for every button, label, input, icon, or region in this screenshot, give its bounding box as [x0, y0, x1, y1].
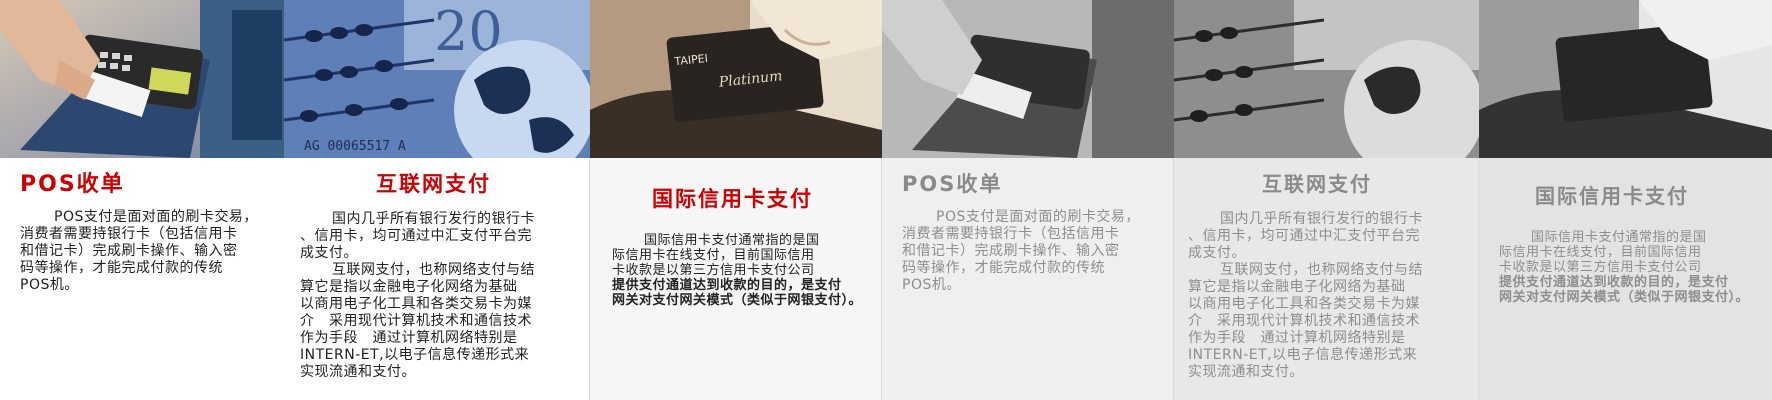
panel-body: POS支付是面对面的刷卡交易， 消费者需要持银行卡（包括信用卡 和借记卡）完成刷…: [20, 209, 258, 294]
body-line: 、信用卡，均可通过中汇支付平台完: [1188, 228, 1420, 244]
panel-body: 国际信用卡支付通常指的是国 际信用卡在线支付，目前国际信用 卡收款是以第三方信用…: [1499, 230, 1749, 305]
body-line: 实现流通和支付。: [1188, 364, 1304, 380]
body-line: 互联网支付，也称网络支付与结: [332, 262, 535, 278]
body-line: POS支付是面对面的刷卡交易，: [54, 209, 258, 225]
body-line: 和借记卡）完成刷卡操作、输入密: [902, 243, 1120, 259]
body-line: 算它是指以金融电子化网络为基础: [300, 279, 518, 295]
panel-intl-inactive[interactable]: 国际信用卡支付 国际信用卡支付通常指的是国 际信用卡在线支付，目前国际信用 卡收…: [1479, 158, 1772, 400]
abacus-globe-photo: 20 AG 00065517 A: [284, 0, 590, 158]
panel-internet-inactive[interactable]: 互联网支付 国内几乎所有银行发行的银行卡 、信用卡，均可通过中汇支付平台完 成支…: [1174, 158, 1479, 400]
panel-title: 互联网支付: [1262, 172, 1372, 196]
divider: [589, 158, 590, 400]
body-line: POS机。: [902, 277, 961, 293]
body-line: 算它是指以金融电子化网络为基础: [1188, 279, 1406, 295]
body-line: 网关对支付网关模式（类似于网银支付）。: [612, 293, 863, 308]
body-line: 消费者需要持银行卡（包括信用卡: [20, 226, 238, 242]
body-line: 介 采用现代计算机技术和通信技术: [1188, 313, 1420, 329]
panel-pos-inactive[interactable]: POS收单 POS支付是面对面的刷卡交易， 消费者需要持银行卡（包括信用卡 和借…: [882, 158, 1174, 400]
pos-terminal-photo: [0, 0, 284, 158]
credit-card-photo: TAIPEI Platinum: [590, 0, 882, 158]
body-line: 提供支付通道达到收款的目的，是支付: [1499, 275, 1729, 290]
divider: [1478, 158, 1479, 400]
body-line: 提供支付通道达到收款的目的，是支付: [612, 278, 842, 293]
body-line: 互联网支付，也称网络支付与结: [1220, 262, 1423, 278]
divider: [1173, 158, 1174, 400]
body-line: 卡收款是以第三方信用卡支付公司: [612, 263, 815, 278]
credit-card-gray-photo: [1479, 0, 1772, 158]
body-line: 国内几乎所有银行发行的银行卡: [332, 211, 535, 227]
body-line: 作为手段 通过计算机网络特别是: [300, 330, 518, 346]
panel-title: 国际信用卡支付: [1535, 184, 1689, 208]
abacus-globe-gray-photo: [1174, 0, 1479, 158]
serial-text: AG 00065517 A: [304, 139, 406, 154]
body-line: 际信用卡在线支付，目前国际信用: [1499, 245, 1702, 260]
divider: [881, 158, 882, 400]
panel-title: 国际信用卡支付: [652, 187, 813, 211]
body-line: POS机。: [20, 277, 79, 293]
body-line: 作为手段 通过计算机网络特别是: [1188, 330, 1406, 346]
panel-body: 国际信用卡支付通常指的是国 际信用卡在线支付，目前国际信用 卡收款是以第三方信用…: [612, 233, 862, 308]
body-line: 消费者需要持银行卡（包括信用卡: [902, 226, 1120, 242]
body-line: 以商用电子化工具和各类交易卡为媒: [300, 296, 532, 312]
body-line: 以商用电子化工具和各类交易卡为媒: [1188, 296, 1420, 312]
panel-internet-active[interactable]: 互联网支付 国内几乎所有银行发行的银行卡 、信用卡，均可通过中汇支付平台完 成支…: [284, 158, 590, 400]
body-line: 国际信用卡支付通常指的是国: [644, 233, 820, 248]
panel-intl-active[interactable]: 国际信用卡支付 国际信用卡支付通常指的是国 际信用卡在线支付，目前国际信用 卡收…: [590, 158, 882, 400]
photo-strip: 20 AG 00065517 A TAIPEI Platinum: [0, 0, 1772, 158]
panel-body: 国内几乎所有银行发行的银行卡 、信用卡，均可通过中汇支付平台完 成支付。 互联网…: [1188, 211, 1423, 381]
panel-pos-active[interactable]: POS收单 POS支付是面对面的刷卡交易， 消费者需要持银行卡（包括信用卡 和借…: [0, 158, 284, 400]
body-line: 卡收款是以第三方信用卡支付公司: [1499, 260, 1702, 275]
panel-body: POS支付是面对面的刷卡交易， 消费者需要持银行卡（包括信用卡 和借记卡）完成刷…: [902, 209, 1140, 294]
body-line: INTERN-ET,以电子信息传递形式来: [1188, 347, 1418, 363]
body-line: 网关对支付网关模式（类似于网银支付）。: [1499, 290, 1750, 305]
body-line: 际信用卡在线支付，目前国际信用: [612, 248, 815, 263]
panel-body: 国内几乎所有银行发行的银行卡 、信用卡，均可通过中汇支付平台完 成支付。 互联网…: [300, 211, 535, 381]
panel-title: 互联网支付: [376, 172, 491, 196]
body-line: INTERN-ET,以电子信息传递形式来: [300, 347, 530, 363]
body-line: 码等操作，才能完成付款的传统: [20, 260, 223, 276]
body-line: 成支付。: [1188, 245, 1246, 261]
body-line: 、信用卡，均可通过中汇支付平台完: [300, 228, 532, 244]
body-line: POS支付是面对面的刷卡交易，: [936, 209, 1140, 225]
panel-title: POS收单: [902, 172, 1003, 196]
body-line: 介 采用现代计算机技术和通信技术: [300, 313, 532, 329]
body-line: 成支付。: [300, 245, 358, 261]
pos-terminal-gray-photo: [882, 0, 1174, 158]
body-line: 码等操作，才能完成付款的传统: [902, 260, 1105, 276]
body-line: 实现流通和支付。: [300, 364, 416, 380]
body-line: 和借记卡）完成刷卡操作、输入密: [20, 243, 238, 259]
body-line: 国际信用卡支付通常指的是国: [1531, 230, 1707, 245]
panel-title: POS收单: [20, 172, 125, 197]
body-line: 国内几乎所有银行发行的银行卡: [1220, 211, 1423, 227]
